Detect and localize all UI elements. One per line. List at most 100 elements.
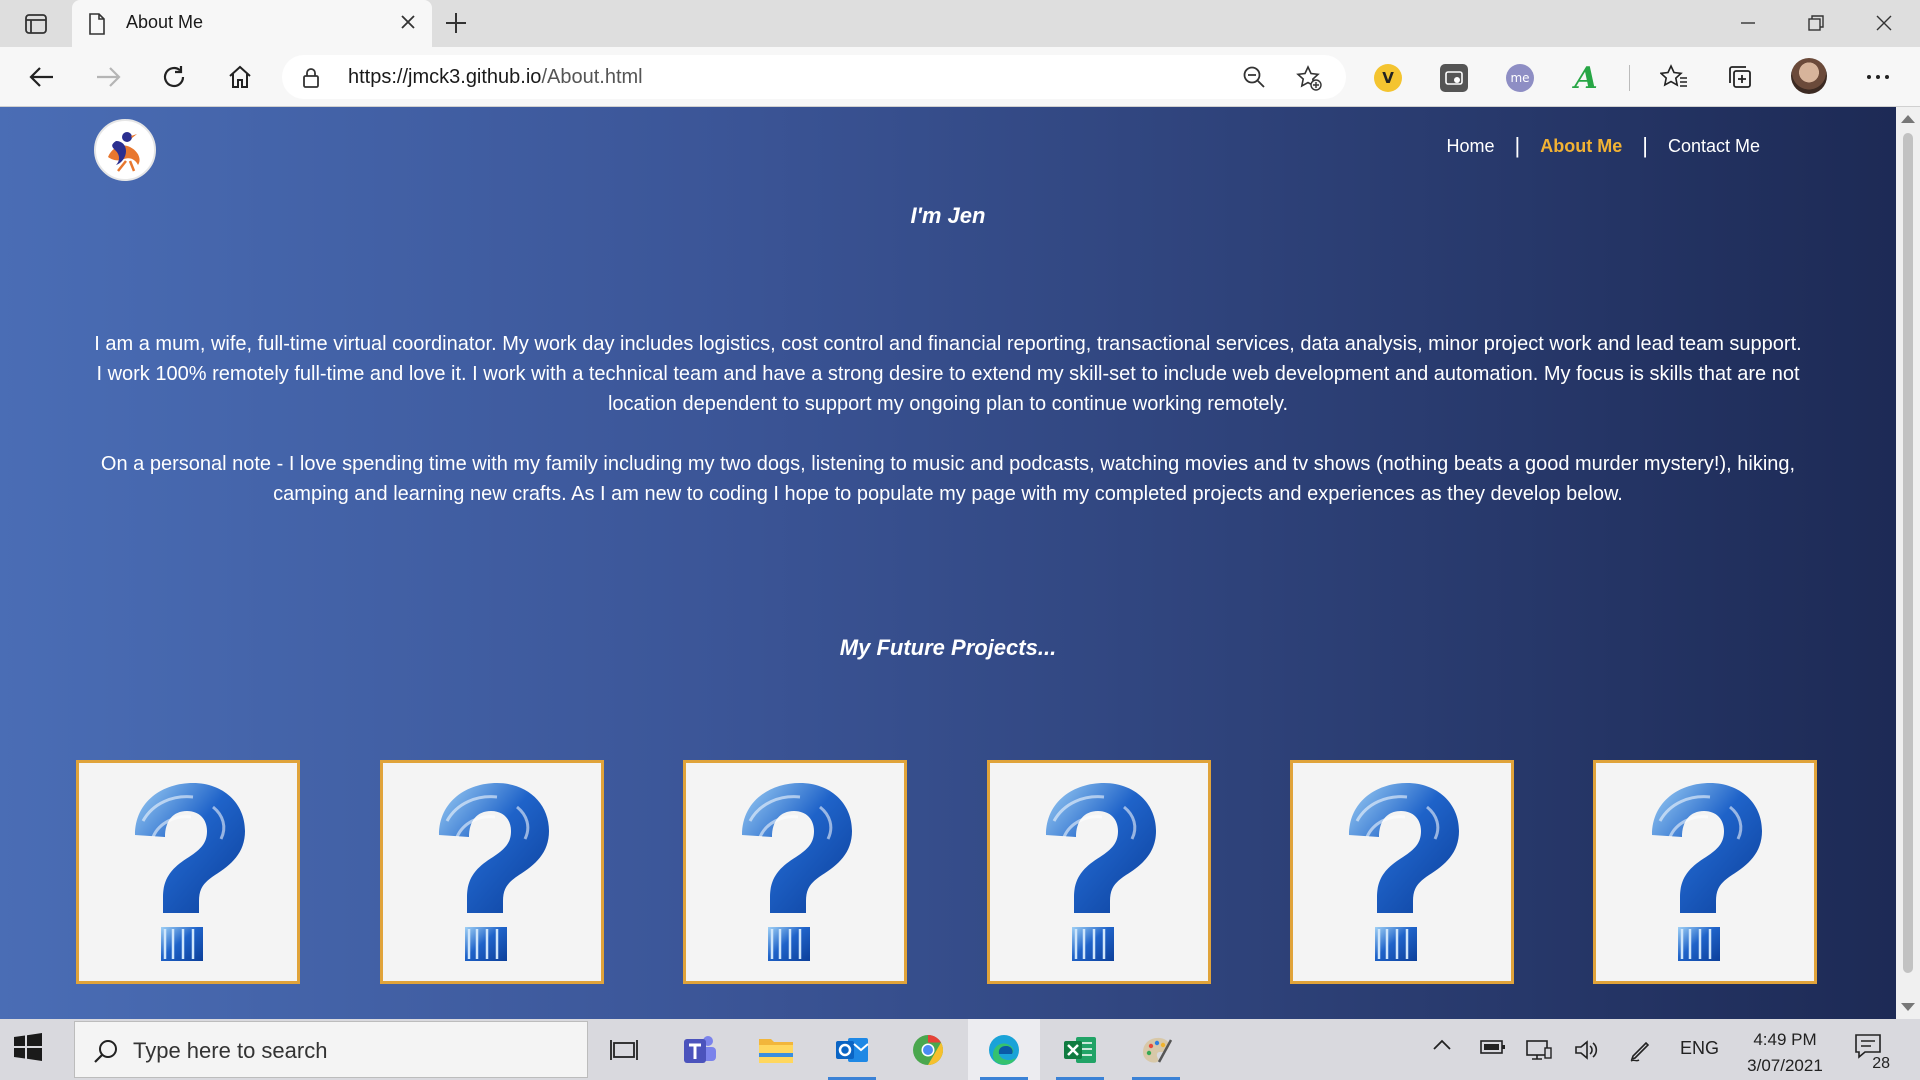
- me-extension-icon[interactable]: me: [1506, 64, 1534, 92]
- new-tab-icon[interactable]: [444, 11, 468, 35]
- paint-button[interactable]: [1120, 1019, 1192, 1080]
- question-mark-icon: [439, 783, 549, 961]
- file-explorer-icon: [759, 1038, 793, 1063]
- close-window-button[interactable]: [1864, 8, 1904, 38]
- refresh-icon: [163, 66, 185, 88]
- scroll-down-arrow[interactable]: [1901, 1003, 1915, 1011]
- chrome-button[interactable]: [892, 1019, 964, 1080]
- screenshot-glyph: [1445, 71, 1463, 85]
- collections-button[interactable]: [1722, 59, 1758, 95]
- toolbar-separator: [1629, 65, 1630, 91]
- more-button[interactable]: [1860, 59, 1896, 95]
- nav-home-link[interactable]: Home: [1447, 136, 1495, 157]
- site-logo[interactable]: [94, 119, 156, 181]
- question-mark-icon: [135, 783, 245, 961]
- profile-avatar[interactable]: [1791, 58, 1827, 94]
- teams-button[interactable]: [664, 1019, 736, 1080]
- notification-center-button[interactable]: 28: [1854, 1033, 1894, 1072]
- chrome-icon: [913, 1034, 944, 1065]
- excel-icon: [1064, 1036, 1096, 1063]
- clock-date: 3/07/2021: [1747, 1056, 1823, 1075]
- outlook-icon: [836, 1037, 869, 1062]
- favorites-button[interactable]: [1656, 59, 1692, 95]
- outlook-button[interactable]: [816, 1019, 888, 1080]
- excel-button[interactable]: [1044, 1019, 1116, 1080]
- scroll-thumb[interactable]: [1903, 133, 1913, 973]
- edge-button[interactable]: [968, 1019, 1040, 1080]
- zoom-icon[interactable]: [1242, 65, 1266, 89]
- windows-taskbar: Type here to search ENG 4:49 PM 3/07/202…: [0, 1019, 1920, 1080]
- projects-heading: My Future Projects...: [839, 635, 1057, 660]
- nav-separator: |: [1642, 133, 1648, 158]
- task-view-button[interactable]: [588, 1019, 660, 1080]
- windows-start-icon[interactable]: [14, 1033, 42, 1061]
- tab-bar: About Me: [0, 0, 1920, 47]
- scroll-up-arrow[interactable]: [1901, 115, 1915, 123]
- close-tab-icon[interactable]: [398, 12, 418, 32]
- url-path: /About.html: [541, 66, 643, 88]
- paint-icon: [1143, 1037, 1173, 1063]
- project-card[interactable]: [1290, 760, 1514, 984]
- url-text[interactable]: https://jmck3.github.io/About.html: [348, 66, 643, 89]
- browser-toolbar: https://jmck3.github.io/About.html V me …: [0, 47, 1920, 107]
- more-icon: [1867, 75, 1889, 79]
- v-extension-icon[interactable]: V: [1374, 64, 1402, 92]
- back-arrow-icon: [29, 67, 53, 87]
- screenshot-extension-icon[interactable]: [1440, 64, 1468, 92]
- site-nav: Home | About Me | Contact Me: [1447, 133, 1760, 159]
- project-card[interactable]: [987, 760, 1211, 984]
- taskbar-search-box[interactable]: Type here to search: [74, 1021, 588, 1078]
- page-viewport: Home | About Me | Contact Me I'm Jen I a…: [0, 107, 1896, 1019]
- teams-icon: [684, 1035, 716, 1063]
- minimize-button[interactable]: [1728, 8, 1768, 38]
- file-explorer-button[interactable]: [740, 1019, 812, 1080]
- favorites-icon: [1660, 64, 1687, 87]
- question-mark-icon: [742, 783, 852, 961]
- forward-button[interactable]: [90, 59, 126, 95]
- url-host: https://jmck3.github.io: [348, 66, 542, 88]
- restore-icon: [1808, 15, 1824, 31]
- refresh-button[interactable]: [156, 59, 192, 95]
- nav-contact-me-link[interactable]: Contact Me: [1668, 136, 1760, 157]
- tab-actions-button[interactable]: [14, 9, 58, 39]
- a-extension-icon[interactable]: A: [1572, 61, 1600, 96]
- question-mark-icon: [1349, 783, 1459, 961]
- system-clock[interactable]: 4:49 PM 3/07/2021: [1740, 1027, 1830, 1079]
- project-card[interactable]: [76, 760, 300, 984]
- chevron-up-icon: [1433, 1039, 1451, 1050]
- project-card[interactable]: [683, 760, 907, 984]
- nav-about-me-link[interactable]: About Me: [1540, 136, 1622, 157]
- question-mark-icon: [1046, 783, 1156, 961]
- edge-icon: [989, 1034, 1019, 1065]
- pen-button[interactable]: [1628, 1039, 1652, 1063]
- bio-paragraph-personal: On a personal note - I love spending tim…: [100, 453, 1796, 505]
- notification-count: 28: [1872, 1055, 1890, 1072]
- input-language[interactable]: ENG: [1680, 1038, 1719, 1059]
- back-button[interactable]: [24, 59, 60, 95]
- question-mark-icon: [1652, 783, 1762, 961]
- lock-icon[interactable]: [302, 67, 320, 89]
- tab-actions-icon: [25, 14, 47, 34]
- volume-button[interactable]: [1574, 1039, 1600, 1061]
- project-card[interactable]: [380, 760, 604, 984]
- tab-title: About Me: [126, 12, 204, 32]
- task-view-icon: [610, 1039, 638, 1060]
- collections-icon: [1729, 66, 1751, 88]
- minimize-icon: [1741, 22, 1755, 24]
- address-bar[interactable]: https://jmck3.github.io/About.html: [282, 55, 1346, 99]
- restore-button[interactable]: [1796, 8, 1836, 38]
- bird-logo-icon: [108, 132, 140, 172]
- forward-arrow-icon: [97, 67, 121, 87]
- page-title: I'm Jen: [910, 203, 986, 228]
- battery-button[interactable]: [1480, 1039, 1506, 1055]
- home-button[interactable]: [222, 59, 258, 95]
- add-favorite-icon[interactable]: [1296, 65, 1322, 91]
- search-icon: [94, 1040, 117, 1063]
- browser-tab[interactable]: About Me: [72, 0, 432, 47]
- page-scrollbar[interactable]: [1896, 107, 1920, 1019]
- battery-icon: [1480, 1040, 1505, 1054]
- show-hidden-icons-button[interactable]: [1432, 1039, 1452, 1051]
- network-button[interactable]: [1526, 1039, 1552, 1061]
- project-card[interactable]: [1593, 760, 1817, 984]
- nav-separator: |: [1514, 133, 1521, 158]
